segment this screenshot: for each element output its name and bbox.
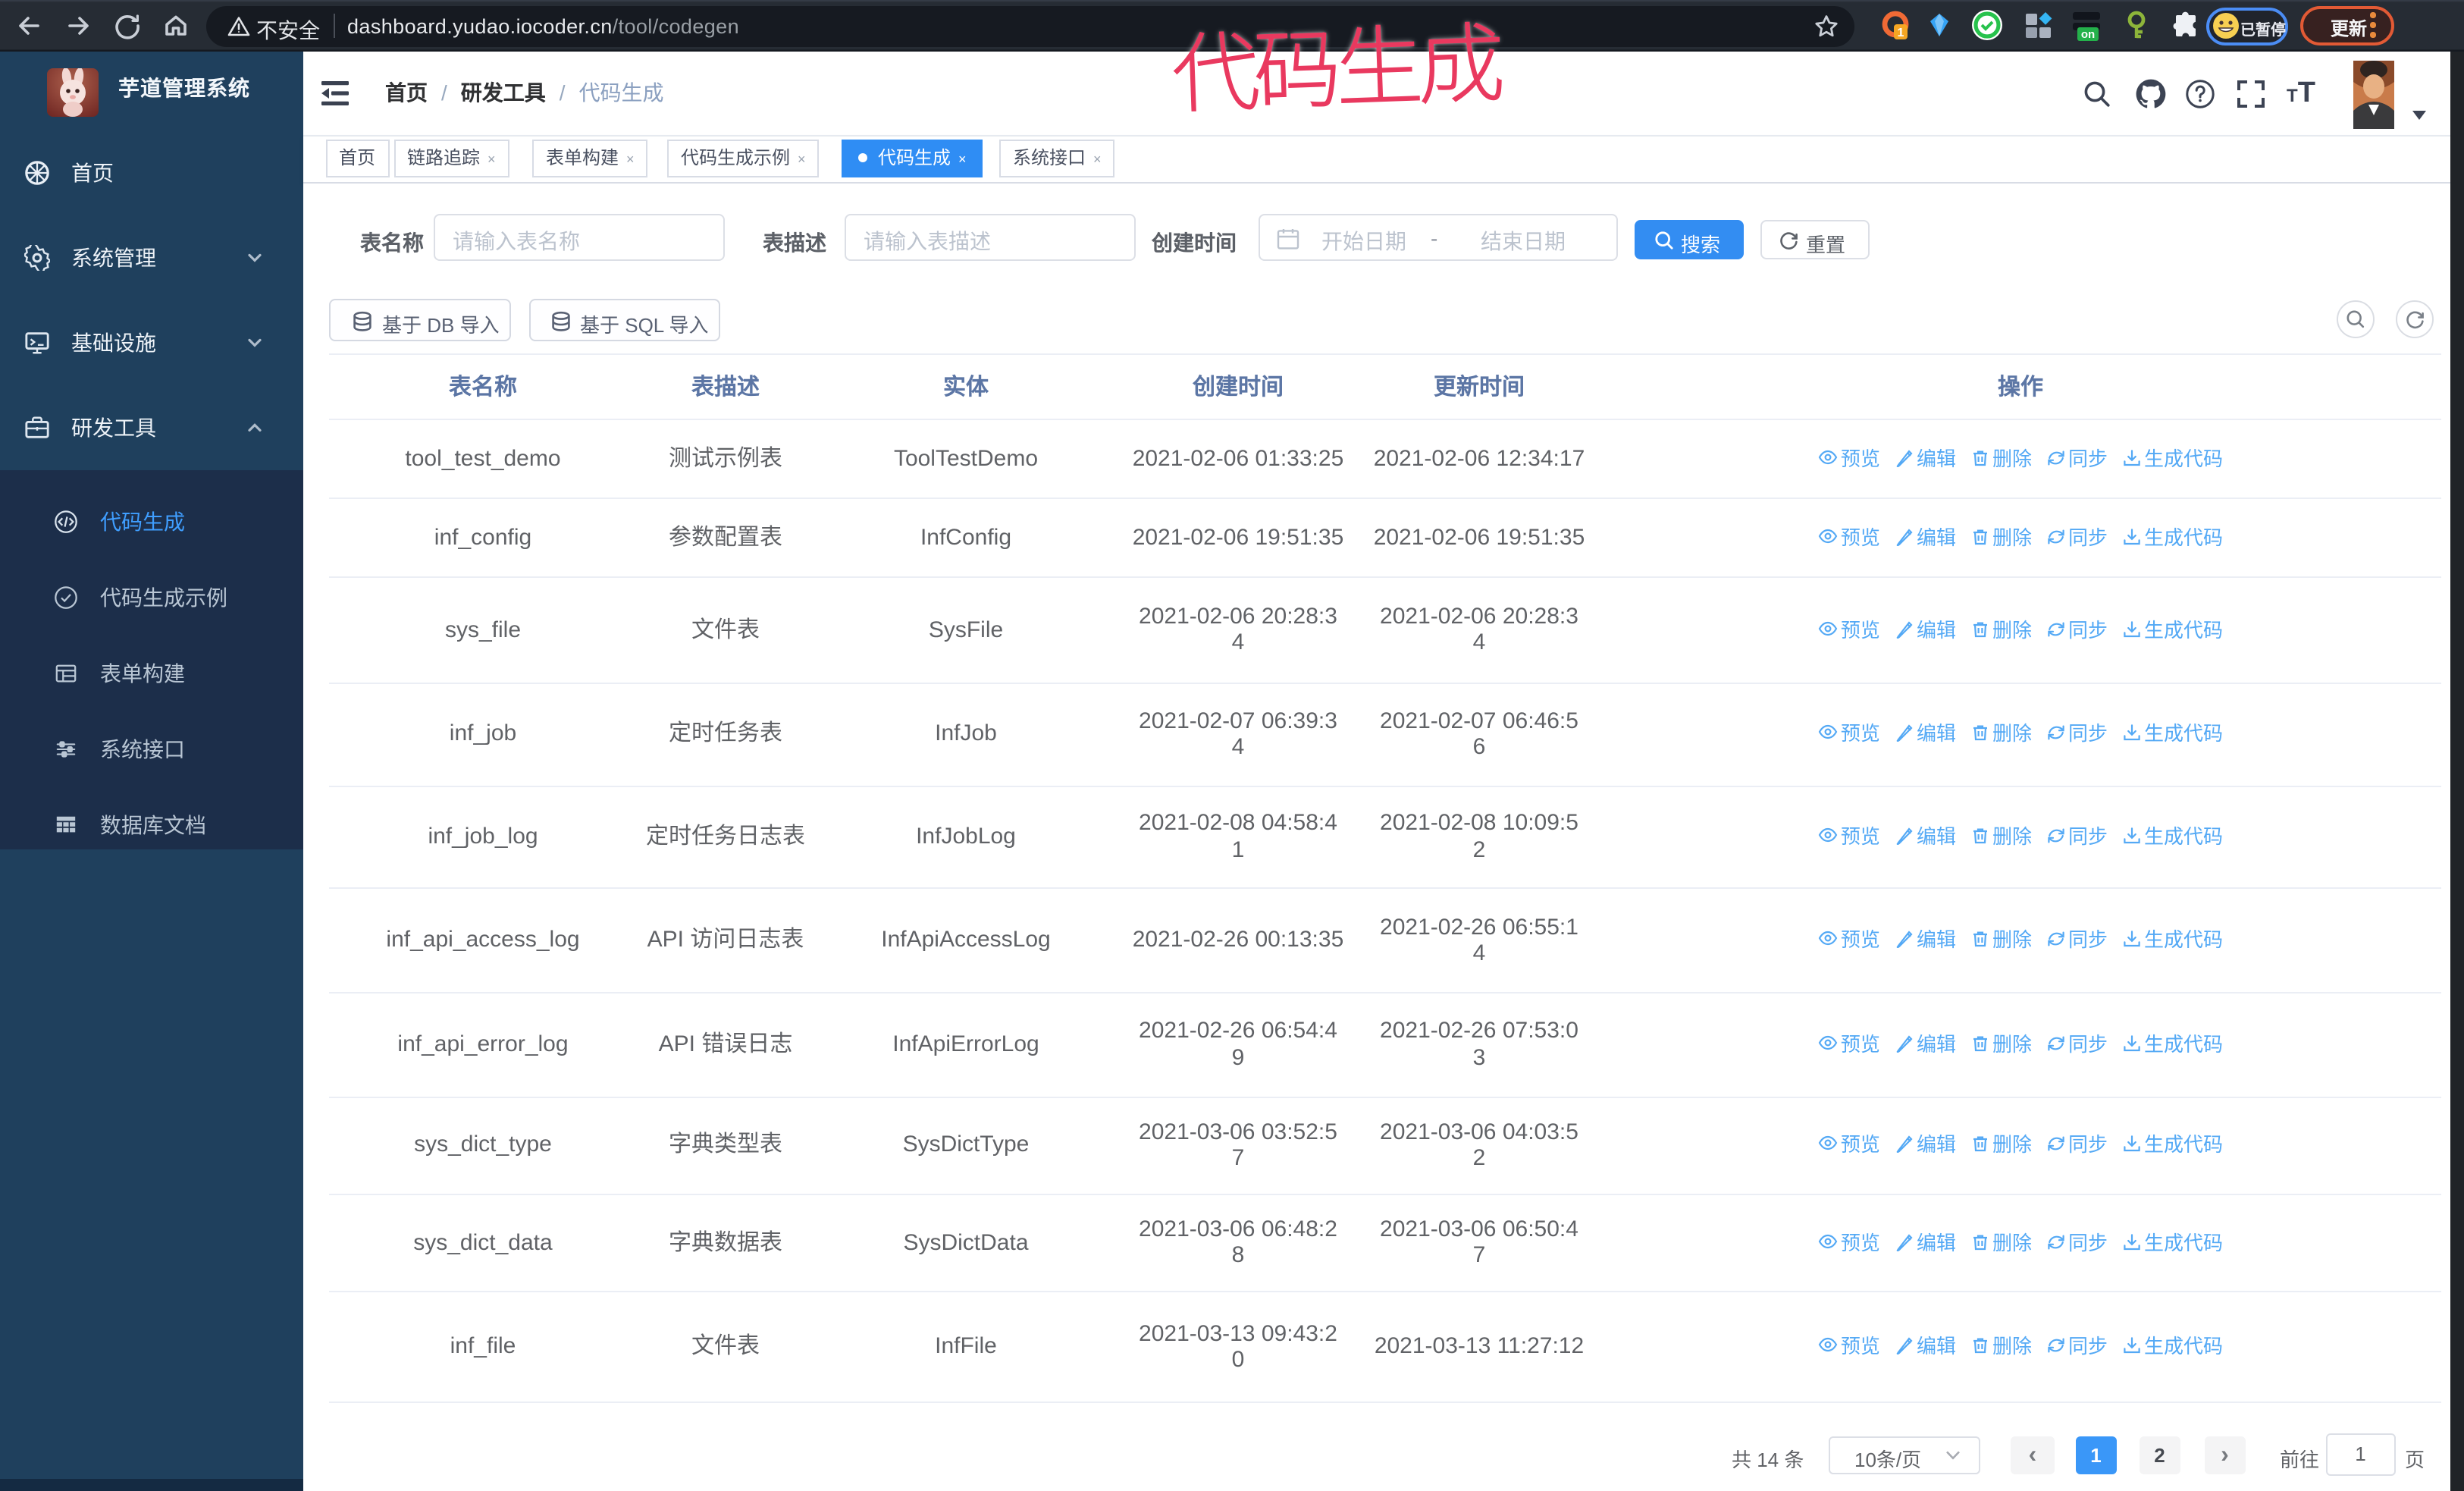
svg-text:1: 1 [1898,27,1904,39]
svg-text:on: on [2081,28,2095,41]
